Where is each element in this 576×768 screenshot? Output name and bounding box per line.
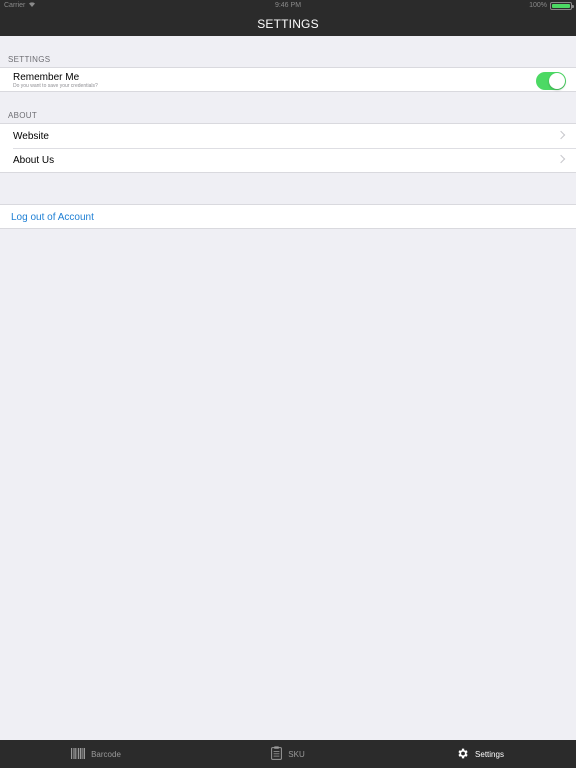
- tab-bar: Barcode SKU Settings: [0, 740, 576, 768]
- gear-icon: [456, 747, 469, 762]
- chevron-right-icon: [556, 154, 566, 164]
- barcode-icon: [71, 747, 86, 761]
- tab-sku[interactable]: SKU: [192, 740, 384, 768]
- remember-me-row: Remember Me Do you want to save your cre…: [0, 68, 576, 92]
- section-header-settings: SETTINGS: [8, 55, 51, 64]
- battery-percent: 100%: [529, 2, 547, 9]
- website-row[interactable]: Website: [0, 124, 576, 148]
- battery-icon: [550, 2, 574, 10]
- tab-barcode[interactable]: Barcode: [0, 740, 192, 768]
- status-time: 9:46 PM: [274, 2, 302, 9]
- remember-me-subtitle: Do you want to save your credentials?: [13, 83, 98, 89]
- tab-label-sku: SKU: [288, 749, 305, 759]
- logout-button[interactable]: Log out of Account: [11, 212, 94, 223]
- tab-settings[interactable]: Settings: [384, 740, 576, 768]
- clipboard-icon: [271, 746, 283, 762]
- website-label: Website: [13, 131, 49, 142]
- about-group: Website About Us: [0, 123, 576, 173]
- page-title: SETTINGS: [257, 17, 319, 31]
- remember-me-toggle[interactable]: [536, 72, 566, 90]
- remember-me-label: Remember Me: [13, 72, 80, 83]
- settings-group: Remember Me Do you want to save your cre…: [0, 67, 576, 92]
- logout-group: Log out of Account: [0, 204, 576, 229]
- toggle-knob: [549, 73, 565, 89]
- logout-row[interactable]: Log out of Account: [0, 205, 576, 229]
- chevron-right-icon: [556, 130, 566, 140]
- section-header-about: ABOUT: [8, 111, 38, 120]
- tab-label-barcode: Barcode: [91, 749, 121, 759]
- about-us-label: About Us: [13, 155, 55, 166]
- about-us-row[interactable]: About Us: [0, 148, 576, 172]
- status-bar: Carrier 9:46 PM 100%: [0, 0, 576, 12]
- nav-bar: SETTINGS: [0, 12, 576, 36]
- tab-label-settings: Settings: [475, 749, 504, 759]
- battery-indicator: 100%: [529, 0, 574, 12]
